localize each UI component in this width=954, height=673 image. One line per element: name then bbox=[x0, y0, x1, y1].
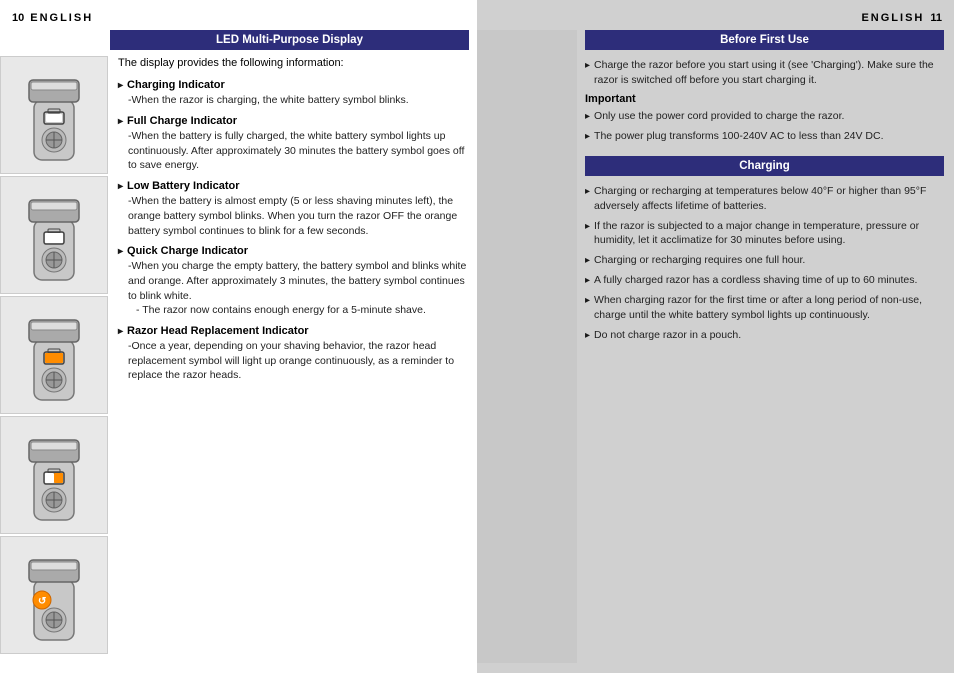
right-content: Before First Use ▸ Charge the razor befo… bbox=[477, 30, 954, 663]
bullet-c5: ▸ bbox=[585, 294, 590, 308]
before-first-use-section: Before First Use ▸ Charge the razor befo… bbox=[585, 30, 944, 144]
razor-image-2 bbox=[0, 176, 108, 294]
important-label: Important bbox=[585, 93, 944, 105]
bullet-r2: ▸ bbox=[585, 110, 590, 124]
bullet-c3: ▸ bbox=[585, 254, 590, 268]
quick-charge-sub: - The razor now contains enough energy f… bbox=[136, 303, 469, 318]
razor-image-3 bbox=[0, 296, 108, 414]
left-header-row: 10 ENGLISH bbox=[0, 10, 477, 30]
quick-charge-text: -When you charge the empty battery, the … bbox=[128, 259, 469, 303]
charging-header: Charging bbox=[585, 156, 944, 176]
full-charge-section: ▸ Full Charge Indicator -When the batter… bbox=[118, 115, 469, 173]
right-header-row: ENGLISH 11 bbox=[477, 10, 954, 30]
bullet-c1: ▸ bbox=[585, 185, 590, 199]
charging-indicator-title: ▸ Charging Indicator bbox=[118, 79, 469, 91]
charging-bullet-2: ▸ If the razor is subjected to a major c… bbox=[585, 219, 944, 248]
quick-charge-section: ▸ Quick Charge Indicator -When you charg… bbox=[118, 245, 469, 318]
left-page: 10 ENGLISH LED Multi-Purpose Display bbox=[0, 0, 477, 673]
image-column: ↺ bbox=[0, 56, 110, 663]
charging-bullet-6: ▸ Do not charge razor in a pouch. bbox=[585, 328, 944, 343]
bullet-c4: ▸ bbox=[585, 274, 590, 288]
right-page-number: 11 bbox=[930, 12, 942, 24]
left-page-number: 10 bbox=[12, 12, 24, 24]
important-bullet-1: ▸ Only use the power cord provided to ch… bbox=[585, 109, 944, 124]
charging-indicator-section: ▸ Charging Indicator -When the razor is … bbox=[118, 79, 469, 108]
before-first-use-header: Before First Use bbox=[585, 30, 944, 50]
led-section-header: LED Multi-Purpose Display bbox=[110, 30, 469, 50]
razor-image-1 bbox=[0, 56, 108, 174]
svg-text:↺: ↺ bbox=[38, 596, 46, 607]
full-charge-text: -When the battery is fully charged, the … bbox=[128, 129, 469, 173]
bullet-3: ▸ bbox=[118, 181, 123, 192]
low-battery-text: -When the battery is almost empty (5 or … bbox=[128, 194, 469, 238]
right-page: ENGLISH 11 Before First Use ▸ Charge the… bbox=[477, 0, 954, 673]
before-use-bullet-1: ▸ Charge the razor before you start usin… bbox=[585, 58, 944, 87]
page: 10 ENGLISH LED Multi-Purpose Display bbox=[0, 0, 954, 673]
bullet-2: ▸ bbox=[118, 116, 123, 127]
head-replacement-text: -Once a year, depending on your shaving … bbox=[128, 339, 469, 383]
bullet-c2: ▸ bbox=[585, 220, 590, 234]
bullet-r1: ▸ bbox=[585, 59, 590, 73]
razor-image-4 bbox=[0, 416, 108, 534]
charging-bullet-5: ▸ When charging razor for the first time… bbox=[585, 293, 944, 322]
low-battery-section: ▸ Low Battery Indicator -When the batter… bbox=[118, 180, 469, 238]
charging-indicator-text: -When the razor is charging, the white b… bbox=[128, 93, 469, 108]
low-battery-title: ▸ Low Battery Indicator bbox=[118, 180, 469, 192]
right-image-col bbox=[477, 30, 577, 663]
charging-section: Charging ▸ Charging or recharging at tem… bbox=[585, 156, 944, 342]
intro-text: The display provides the following infor… bbox=[118, 56, 469, 71]
charging-bullet-1: ▸ Charging or recharging at temperatures… bbox=[585, 184, 944, 213]
right-language: ENGLISH bbox=[861, 12, 924, 24]
left-language: ENGLISH bbox=[30, 12, 93, 24]
bullet-c6: ▸ bbox=[585, 329, 590, 343]
bullet-5: ▸ bbox=[118, 326, 123, 337]
quick-charge-title: ▸ Quick Charge Indicator bbox=[118, 245, 469, 257]
razor-image-5: ↺ bbox=[0, 536, 108, 654]
bullet-4: ▸ bbox=[118, 246, 123, 257]
full-charge-title: ▸ Full Charge Indicator bbox=[118, 115, 469, 127]
head-replacement-title: ▸ Razor Head Replacement Indicator bbox=[118, 325, 469, 337]
charging-bullet-4: ▸ A fully charged razor has a cordless s… bbox=[585, 273, 944, 288]
head-replacement-section: ▸ Razor Head Replacement Indicator -Once… bbox=[118, 325, 469, 383]
important-bullet-2: ▸ The power plug transforms 100-240V AC … bbox=[585, 129, 944, 144]
right-text-col: Before First Use ▸ Charge the razor befo… bbox=[577, 30, 954, 663]
text-column: The display provides the following infor… bbox=[110, 56, 477, 663]
bullet-r3: ▸ bbox=[585, 130, 590, 144]
bullet-1: ▸ bbox=[118, 80, 123, 91]
charging-bullet-3: ▸ Charging or recharging requires one fu… bbox=[585, 253, 944, 268]
left-content: ↺ The display provides the following inf… bbox=[0, 56, 477, 663]
